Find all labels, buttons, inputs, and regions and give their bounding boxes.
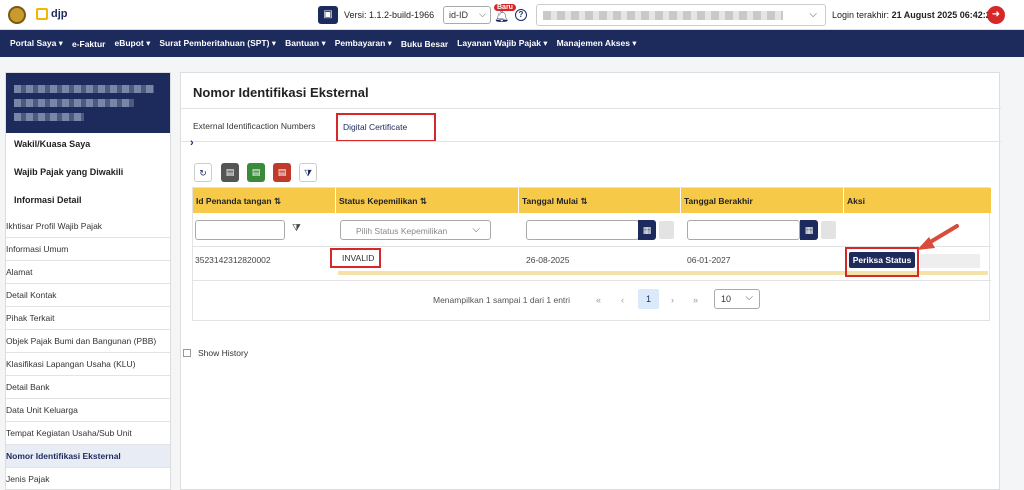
document-button[interactable]: ▣ <box>318 6 338 24</box>
calendar-icon[interactable]: ▦ <box>800 220 818 240</box>
cell-start-date: 26-08-2025 <box>526 255 570 265</box>
export-pdf-button[interactable]: ▤ <box>273 163 291 182</box>
export-doc-button[interactable]: ▤ <box>221 163 239 182</box>
chevron-right-icon[interactable]: › <box>190 137 194 149</box>
chevron-down-icon: ⌵ <box>809 9 817 20</box>
djp-logo-icon <box>36 8 48 20</box>
nav-manajemen-akses[interactable]: Manajemen Akses ▾ <box>557 38 637 49</box>
nav-ebupot[interactable]: eBupot ▾ <box>114 38 150 49</box>
red-arrow-annotation <box>917 224 959 250</box>
sidebar-item-pbb[interactable]: Objek Pajak Bumi dan Bangunan (PBB) <box>6 330 170 353</box>
export-excel-button[interactable]: ▤ <box>247 163 265 182</box>
col-status-kepemilikan[interactable]: Status Kepemilikan ⇅ <box>336 188 519 213</box>
last-login: Login terakhir: 21 August 2025 06:42:24 <box>832 10 996 20</box>
page-title: Nomor Identifikasi Eksternal <box>193 85 369 100</box>
end-date-filter[interactable] <box>687 220 800 240</box>
show-history-label: Show History <box>198 348 249 358</box>
sidebar-item-klu[interactable]: Klasifikasi Lapangan Usaha (KLU) <box>6 353 170 376</box>
col-aksi: Aksi <box>844 188 991 213</box>
redacted-detail <box>14 113 84 121</box>
cell-end-date: 06-01-2027 <box>687 255 731 265</box>
nav-buku-besar[interactable]: Buku Besar <box>401 39 448 49</box>
col-id-penanda-tangan[interactable]: Id Penanda tangan ⇅ <box>193 188 336 213</box>
status-invalid-highlight: INVALID <box>330 248 381 268</box>
taxpayer-header <box>6 73 170 133</box>
cell-id: 3523142312820002 <box>195 255 271 265</box>
chevron-down-icon: ⌵ <box>472 224 480 235</box>
sidebar-item-alamat[interactable]: Alamat <box>6 261 170 284</box>
start-date-filter-toggle <box>659 221 674 239</box>
divider <box>181 141 1001 142</box>
account-select[interactable]: ⌵ <box>536 4 826 26</box>
sidebar-item-unit-keluarga[interactable]: Data Unit Keluarga <box>6 399 170 422</box>
certificate-table: Id Penanda tangan ⇅ Status Kepemilikan ⇅… <box>192 187 991 321</box>
tab-digital-certificate[interactable]: Digital Certificate <box>336 113 436 142</box>
garuda-logo-icon <box>8 6 26 24</box>
chevron-down-icon: ⌵ <box>745 292 753 303</box>
sidebar-item-pihak-terkait[interactable]: Pihak Terkait <box>6 307 170 330</box>
help-icon[interactable]: ? <box>515 9 527 21</box>
tab-external-numbers[interactable]: External Identificaction Numbers <box>193 121 315 131</box>
nav-portal-saya[interactable]: Portal Saya ▾ <box>10 38 63 49</box>
main-nav: Portal Saya ▾ e-Faktur eBupot ▾ Surat Pe… <box>0 30 1024 57</box>
status-filter-select[interactable]: Pilih Status Kepemilikan ⌵ <box>340 220 491 240</box>
filter-icon[interactable]: ⧩ <box>292 223 301 234</box>
sidebar-item-detail-kontak[interactable]: Detail Kontak <box>6 284 170 307</box>
sidebar-wakil-kuasa[interactable]: Wakil/Kuasa Saya <box>14 139 90 149</box>
sidebar-item-tempat-usaha[interactable]: Tempat Kegiatan Usaha/Sub Unit <box>6 422 170 445</box>
sidebar-item-jenis-pajak[interactable]: Jenis Pajak <box>6 468 170 489</box>
top-bar: djp ▣ Versi: 1.1.2-build-1966 id-ID ⌵ 🔔︎ … <box>0 0 1024 30</box>
version-text: Versi: 1.1.2-build-1966 <box>344 10 435 20</box>
prev-page-button[interactable]: ‹ <box>621 295 624 305</box>
sidebar-wajib-pajak-diwakili[interactable]: Wajib Pajak yang Diwakili <box>14 167 123 177</box>
chevron-down-icon: ⌵ <box>479 9 486 19</box>
secondary-action-button[interactable] <box>920 254 980 268</box>
filter-row: ⧩ Pilih Status Kepemilikan ⌵ ▦ ▦ <box>193 213 991 247</box>
col-tanggal-berakhir: Tanggal Berakhir <box>681 188 844 213</box>
sidebar-item-ikhtisar[interactable]: Ikhtisar Profil Wajib Pajak <box>6 215 170 238</box>
next-page-button[interactable]: › <box>671 295 674 305</box>
start-date-filter[interactable] <box>526 220 639 240</box>
nav-bantuan[interactable]: Bantuan ▾ <box>285 38 326 49</box>
redacted-name <box>14 85 154 93</box>
end-date-filter-toggle <box>821 221 836 239</box>
new-badge: Baru <box>494 4 516 11</box>
pagination-info: Menampilkan 1 sampai 1 dari 1 entri <box>433 295 571 305</box>
first-page-button[interactable]: « <box>596 295 601 305</box>
sidebar: Wakil/Kuasa Saya Wajib Pajak yang Diwaki… <box>5 72 171 490</box>
id-filter-input[interactable] <box>195 220 285 240</box>
djp-logo[interactable]: djp <box>36 8 68 20</box>
col-tanggal-mulai[interactable]: Tanggal Mulai ⇅ <box>519 188 681 213</box>
page-size-select[interactable]: 10 ⌵ <box>714 289 760 309</box>
redacted-npwp <box>14 99 134 107</box>
sidebar-item-detail-bank[interactable]: Detail Bank <box>6 376 170 399</box>
divider <box>181 108 1001 109</box>
periksa-status-button[interactable]: Periksa Status <box>849 252 915 268</box>
language-select[interactable]: id-ID ⌵ <box>443 6 491 24</box>
page-1-button[interactable]: 1 <box>638 289 659 309</box>
show-history-checkbox[interactable] <box>183 349 191 357</box>
logout-button[interactable]: ➜ <box>987 6 1005 24</box>
nav-spt[interactable]: Surat Pemberitahuan (SPT) ▾ <box>159 38 276 49</box>
main-panel: Nomor Identifikasi Eksternal External Id… <box>180 72 1001 490</box>
nav-pembayaran[interactable]: Pembayaran ▾ <box>335 38 392 49</box>
refresh-button[interactable]: ↻ <box>194 163 212 182</box>
divider <box>193 280 991 281</box>
cell-status: INVALID <box>342 253 375 263</box>
calendar-icon[interactable]: ▦ <box>638 220 656 240</box>
clear-filter-button[interactable]: ⧩ <box>299 163 317 182</box>
last-page-button[interactable]: » <box>693 295 698 305</box>
redacted-account <box>543 11 783 20</box>
nav-layanan[interactable]: Layanan Wajib Pajak ▾ <box>457 38 547 49</box>
nav-efaktur[interactable]: e-Faktur <box>72 39 106 49</box>
bell-icon[interactable]: 🔔︎ <box>494 9 509 23</box>
sidebar-item-informasi-umum[interactable]: Informasi Umum <box>6 238 170 261</box>
sidebar-item-nomor-identifikasi[interactable]: Nomor Identifikasi Eksternal <box>6 445 170 468</box>
sidebar-informasi-detail[interactable]: Informasi Detail <box>14 195 82 205</box>
